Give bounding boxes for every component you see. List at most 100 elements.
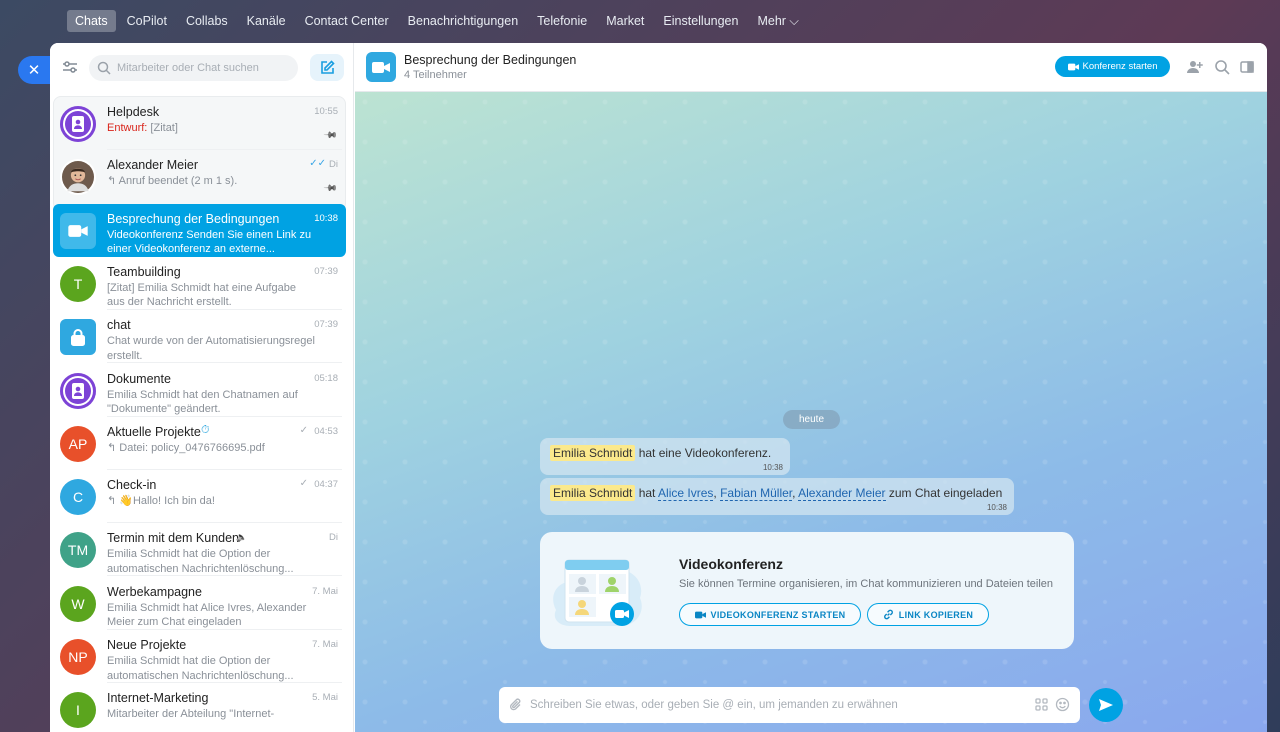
close-button[interactable]: ✕: [18, 56, 50, 84]
apps-grid-icon[interactable]: [1034, 697, 1049, 712]
chat-name: Dokumente: [107, 371, 171, 386]
user-link[interactable]: Alexander Meier: [798, 486, 886, 501]
chat-preview: Entwurf: [Zitat]: [107, 121, 315, 150]
videoconference-card: Videokonferenz Sie können Termine organi…: [540, 532, 1074, 649]
chat-avatar: C: [60, 479, 96, 516]
nav-item[interactable]: CoPilot: [119, 10, 175, 32]
chat-preview: Videokonferenz Senden Sie einen Link zu …: [107, 228, 312, 256]
nav-item[interactable]: Contact Center: [297, 10, 397, 32]
chat-list-item[interactable]: Dokumente 05:18 Emilia Schmidt hat den Cha…: [53, 364, 346, 417]
chat-list-item[interactable]: T Teambuilding 07:39 [Zitat] Emilia Schmidt…: [53, 257, 346, 310]
chat-preview: [Zitat] Emilia Schmidt hat eine Aufgabe …: [107, 281, 296, 309]
read-check-icon: ✓✓: [309, 158, 326, 170]
nav-item[interactable]: Kanäle: [239, 10, 294, 32]
chat-avatar: [60, 372, 96, 409]
messenger-window: Helpdesk10:55Entwurf: [Zitat]📌Alexander …: [50, 43, 1267, 732]
nav-item[interactable]: Chats: [67, 10, 116, 32]
chat-list-item[interactable]: AP Aktuelle Projekte 04:53 ↰ Datei: policy_…: [53, 417, 346, 470]
pin-icon: 📌: [323, 127, 339, 143]
user-link[interactable]: Alice Ivres: [658, 486, 714, 501]
video-camera-icon: [694, 611, 706, 618]
chat-name: Besprechung der Bedingungen: [107, 211, 280, 226]
chat-avatar: [60, 212, 96, 249]
chat-list-item[interactable]: Alexander Meier Di ↰ Anruf beendet (2 m 1 …: [53, 150, 346, 203]
search-icon[interactable]: [1214, 59, 1230, 75]
chat-avatar: [60, 319, 96, 356]
send-button[interactable]: [1089, 688, 1123, 722]
read-check-icon: ✓: [299, 478, 308, 490]
message-area[interactable]: heute Emilia Schmidt hat eine Videokonfe…: [355, 92, 1267, 732]
timer-icon: ⏱: [201, 423, 210, 436]
compose-icon: [321, 59, 335, 74]
link-icon: [883, 609, 893, 620]
user-mention[interactable]: Emilia Schmidt: [550, 485, 636, 501]
chat-list-item[interactable]: W Werbekampagne 7. Mai Emilia Schmidt hat A…: [53, 577, 346, 630]
nav-item[interactable]: Collabs: [178, 10, 236, 32]
search-input[interactable]: [117, 62, 287, 74]
card-subtitle: Sie können Termine organisieren, im Chat…: [679, 578, 1053, 590]
chat-list-item[interactable]: NP Neue Projekte 7. Mai Emilia Schmidt hat …: [53, 630, 346, 683]
attach-icon[interactable]: [509, 698, 523, 712]
chat-list-item[interactable]: Helpdesk 10:55 Entwurf: [Zitat] 📌: [53, 97, 346, 150]
message-time: 10:38: [762, 463, 783, 472]
message-time: 10:38: [986, 503, 1007, 512]
nav-item[interactable]: Mehr ⌵: [749, 10, 806, 33]
new-chat-button[interactable]: [310, 54, 344, 81]
chat-list-item[interactable]: C Check-in 04:37 ↰ 👋Hallo! Ich bin da! ✓: [53, 470, 346, 524]
chat-time: 10:55: [314, 106, 338, 117]
chat-list-item[interactable]: I Internet-Marketing 5. Mai Mitarbeiter der…: [53, 683, 346, 732]
emoji-icon[interactable]: [1055, 697, 1070, 712]
chat-name: Teambuilding: [107, 264, 181, 279]
chat-time: 07:39: [314, 319, 338, 331]
start-videoconference-button[interactable]: VIDEOKONFERENZ STARTEN: [679, 603, 861, 626]
copy-link-button[interactable]: LINK KOPIEREN: [867, 603, 989, 626]
system-message: Emilia Schmidt hat eine Videokonferenz. …: [540, 438, 790, 475]
participant-count[interactable]: 4 Teilnehmer: [404, 69, 467, 81]
search-icon: [97, 61, 111, 75]
user-link[interactable]: Fabian Müller: [720, 486, 793, 501]
chat-time: 7. Mai: [312, 639, 338, 650]
chat-search[interactable]: [89, 55, 298, 81]
copy-link-label: LINK KOPIEREN: [898, 609, 974, 620]
user-mention[interactable]: Emilia Schmidt: [550, 445, 636, 461]
chat-list-item[interactable]: TM Termin mit dem Kunden Di Emilia Schmidt …: [53, 523, 346, 577]
chat-title[interactable]: Besprechung der Bedingungen: [404, 53, 576, 67]
nav-item[interactable]: Einstellungen: [655, 10, 746, 32]
send-icon: [1099, 699, 1113, 711]
chat-name: Termin mit dem Kunden: [107, 531, 240, 546]
system-message: Emilia Schmidt hat Alice Ivres, Fabian M…: [540, 478, 1014, 515]
chat-avatar: TM: [60, 532, 96, 569]
chat-avatar: NP: [60, 639, 96, 675]
filter-icon[interactable]: [60, 57, 80, 77]
chat-name: Check-in: [107, 478, 157, 493]
chat-preview: ↰ 👋Hallo! Ich bin da!: [107, 495, 215, 508]
start-conference-button[interactable]: Konferenz starten: [1055, 56, 1170, 77]
chat-avatar: W: [60, 585, 96, 622]
chat-list-item[interactable]: Besprechung der Bedingungen 10:38 Videokon…: [53, 203, 346, 257]
chat-name: Aktuelle Projekte: [107, 424, 201, 439]
nav-item[interactable]: Market: [598, 10, 652, 32]
card-title: Videokonferenz: [679, 556, 783, 572]
chat-sidebar: Helpdesk10:55Entwurf: [Zitat]📌Alexander …: [50, 43, 354, 732]
top-navigation: Chats CoPilot Collabs Kanäle Contact Center B…: [0, 0, 1280, 42]
chat-avatar: AP: [60, 425, 96, 462]
muted-icon: 🔈: [236, 532, 248, 543]
preview-text: [Zitat]: [147, 122, 178, 134]
sidebar-header: [50, 43, 354, 93]
chat-name: Werbekampagne: [107, 584, 202, 599]
add-user-icon[interactable]: [1187, 59, 1203, 75]
read-check-icon: ✓: [299, 424, 308, 436]
nav-item[interactable]: Telefonie: [529, 10, 595, 32]
nav-item[interactable]: Benachrichtigungen: [400, 10, 527, 32]
chat-time: Di: [329, 532, 338, 544]
message-input[interactable]: [530, 699, 1020, 711]
chat-avatar: [60, 159, 96, 196]
start-conference-label: Konferenz starten: [1082, 61, 1158, 72]
videoconference-illustration: [553, 559, 642, 626]
chat-name: chat: [107, 318, 131, 333]
chat-list-item[interactable]: chat 07:39 Chat wurde von der Automatisier…: [53, 310, 346, 364]
chat-preview: Emilia Schmidt hat die Option der automa…: [107, 548, 294, 575]
chat-preview: Emilia Schmidt hat Alice Ivres, Alexande…: [107, 601, 307, 629]
chat-preview: ↰ Datei: policy_0476766695.pdf: [107, 441, 265, 454]
sidebar-toggle-icon[interactable]: [1239, 59, 1255, 75]
